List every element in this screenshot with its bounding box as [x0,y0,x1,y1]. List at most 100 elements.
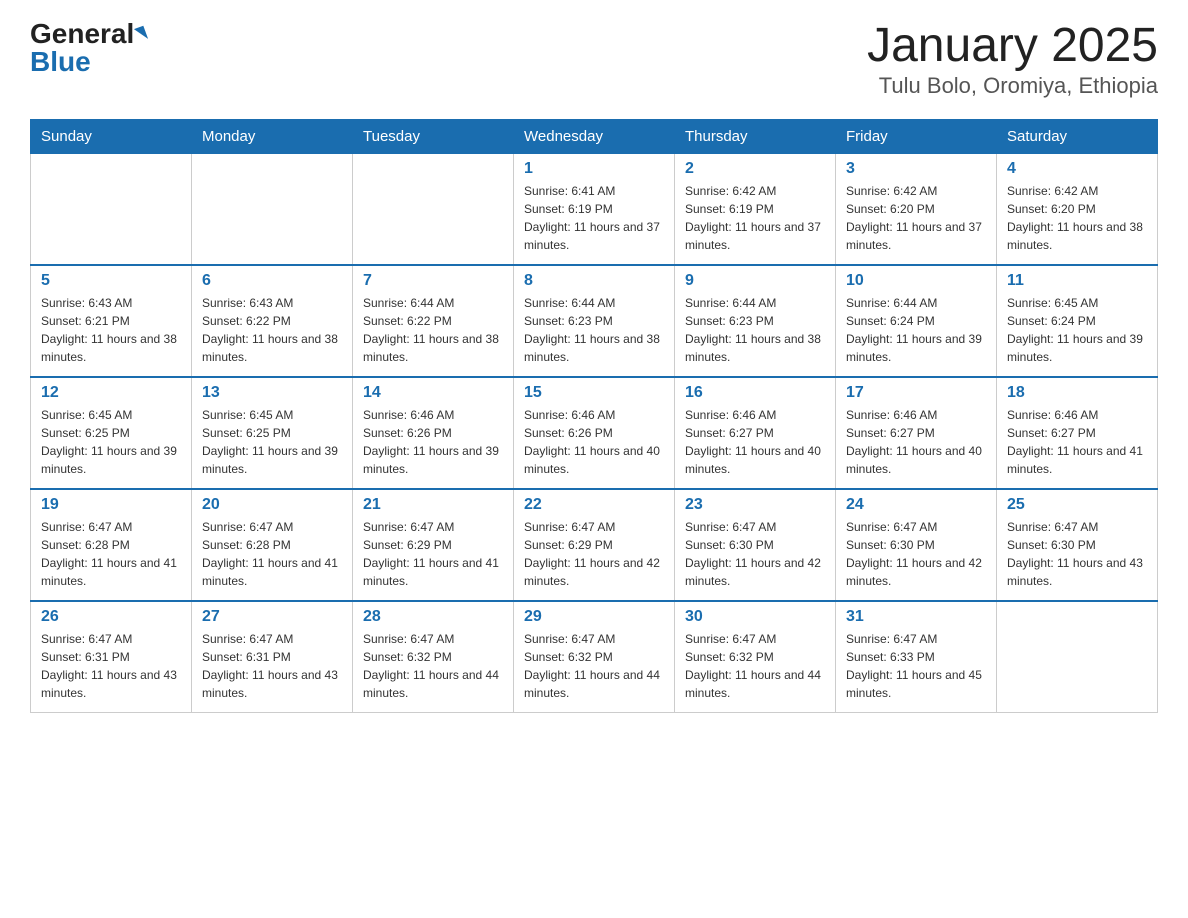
calendar-cell: 10 Sunrise: 6:44 AMSunset: 6:24 PMDayligh… [836,265,997,377]
page-title: January 2025 [867,20,1158,73]
day-info: Sunrise: 6:46 AMSunset: 6:27 PMDaylight:… [1007,406,1147,478]
day-info: Sunrise: 6:46 AMSunset: 6:27 PMDaylight:… [846,406,986,478]
day-number: 14 [363,384,503,402]
day-number: 15 [524,384,664,402]
day-info: Sunrise: 6:45 AMSunset: 6:25 PMDaylight:… [41,406,181,478]
calendar-cell: 4 Sunrise: 6:42 AMSunset: 6:20 PMDaylight… [997,153,1158,265]
day-info: Sunrise: 6:47 AMSunset: 6:30 PMDaylight:… [685,518,825,590]
day-number: 22 [524,496,664,514]
calendar-cell: 29Sunrise: 6:47 AMSunset: 6:32 PMDayligh… [514,601,675,713]
calendar-week-row: 5Sunrise: 6:43 AMSunset: 6:21 PMDaylight… [31,265,1158,377]
day-info: Sunrise: 6:43 AMSunset: 6:22 PMDaylight:… [202,294,342,366]
calendar-cell: 16Sunrise: 6:46 AMSunset: 6:27 PMDayligh… [675,377,836,489]
day-info: Sunrise: 6:47 AMSunset: 6:29 PMDaylight:… [363,518,503,590]
day-number: 7 [363,272,503,290]
calendar-cell: 13 Sunrise: 6:45 AMSunset: 6:25 PMDayligh… [192,377,353,489]
logo-blue-text: Blue [30,48,91,76]
day-info: Sunrise: 6:46 AMSunset: 6:26 PMDaylight:… [363,406,503,478]
calendar-cell: 5Sunrise: 6:43 AMSunset: 6:21 PMDaylight… [31,265,192,377]
day-info: Sunrise: 6:46 AMSunset: 6:26 PMDaylight:… [524,406,664,478]
day-info: Sunrise: 6:41 AMSunset: 6:19 PMDaylight:… [524,182,664,254]
calendar-cell [31,153,192,265]
day-info: Sunrise: 6:47 AMSunset: 6:29 PMDaylight:… [524,518,664,590]
day-number: 6 [202,272,342,290]
calendar-header-wednesday: Wednesday [514,119,675,153]
day-info: Sunrise: 6:44 AMSunset: 6:24 PMDaylight:… [846,294,986,366]
calendar-cell: 8 Sunrise: 6:44 AMSunset: 6:23 PMDaylight… [514,265,675,377]
calendar-table: SundayMondayTuesdayWednesdayThursdayFrid… [30,119,1158,713]
calendar-week-row: 1 Sunrise: 6:41 AMSunset: 6:19 PMDaylight… [31,153,1158,265]
day-info: Sunrise: 6:46 AMSunset: 6:27 PMDaylight:… [685,406,825,478]
calendar-cell: 27Sunrise: 6:47 AMSunset: 6:31 PMDayligh… [192,601,353,713]
calendar-cell: 1 Sunrise: 6:41 AMSunset: 6:19 PMDaylight… [514,153,675,265]
day-number: 28 [363,608,503,626]
day-info: Sunrise: 6:45 AMSunset: 6:25 PMDaylight:… [202,406,342,478]
calendar-cell: 7 Sunrise: 6:44 AMSunset: 6:22 PMDaylight… [353,265,514,377]
calendar-cell: 28 Sunrise: 6:47 AMSunset: 6:32 PMDayligh… [353,601,514,713]
calendar-header-monday: Monday [192,119,353,153]
page-subtitle: Tulu Bolo, Oromiya, Ethiopia [867,73,1158,99]
calendar-header-saturday: Saturday [997,119,1158,153]
day-info: Sunrise: 6:47 AMSunset: 6:32 PMDaylight:… [363,630,503,702]
calendar-cell: 9 Sunrise: 6:44 AMSunset: 6:23 PMDaylight… [675,265,836,377]
day-number: 17 [846,384,986,402]
calendar-cell [997,601,1158,713]
calendar-week-row: 12Sunrise: 6:45 AMSunset: 6:25 PMDayligh… [31,377,1158,489]
title-block: January 2025 Tulu Bolo, Oromiya, Ethiopi… [867,20,1158,99]
day-number: 4 [1007,160,1147,178]
day-info: Sunrise: 6:47 AMSunset: 6:32 PMDaylight:… [524,630,664,702]
calendar-cell: 15 Sunrise: 6:46 AMSunset: 6:26 PMDayligh… [514,377,675,489]
day-number: 8 [524,272,664,290]
calendar-cell: 31Sunrise: 6:47 AMSunset: 6:33 PMDayligh… [836,601,997,713]
day-number: 23 [685,496,825,514]
logo: General Blue [30,20,146,76]
day-info: Sunrise: 6:44 AMSunset: 6:23 PMDaylight:… [524,294,664,366]
day-number: 21 [363,496,503,514]
day-number: 1 [524,160,664,178]
day-info: Sunrise: 6:47 AMSunset: 6:31 PMDaylight:… [41,630,181,702]
calendar-cell [192,153,353,265]
day-info: Sunrise: 6:42 AMSunset: 6:19 PMDaylight:… [685,182,825,254]
calendar-cell: 3Sunrise: 6:42 AMSunset: 6:20 PMDaylight… [836,153,997,265]
day-info: Sunrise: 6:47 AMSunset: 6:28 PMDaylight:… [202,518,342,590]
day-info: Sunrise: 6:47 AMSunset: 6:30 PMDaylight:… [1007,518,1147,590]
day-number: 9 [685,272,825,290]
day-info: Sunrise: 6:44 AMSunset: 6:23 PMDaylight:… [685,294,825,366]
day-number: 13 [202,384,342,402]
day-number: 5 [41,272,181,290]
day-info: Sunrise: 6:44 AMSunset: 6:22 PMDaylight:… [363,294,503,366]
calendar-cell: 20 Sunrise: 6:47 AMSunset: 6:28 PMDayligh… [192,489,353,601]
calendar-cell: 2 Sunrise: 6:42 AMSunset: 6:19 PMDaylight… [675,153,836,265]
day-number: 19 [41,496,181,514]
day-number: 18 [1007,384,1147,402]
calendar-cell: 21 Sunrise: 6:47 AMSunset: 6:29 PMDayligh… [353,489,514,601]
calendar-header-thursday: Thursday [675,119,836,153]
day-number: 2 [685,160,825,178]
day-info: Sunrise: 6:45 AMSunset: 6:24 PMDaylight:… [1007,294,1147,366]
day-info: Sunrise: 6:42 AMSunset: 6:20 PMDaylight:… [1007,182,1147,254]
day-number: 11 [1007,272,1147,290]
calendar-cell [353,153,514,265]
calendar-week-row: 26 Sunrise: 6:47 AMSunset: 6:31 PMDayligh… [31,601,1158,713]
day-info: Sunrise: 6:47 AMSunset: 6:28 PMDaylight:… [41,518,181,590]
calendar-week-row: 19 Sunrise: 6:47 AMSunset: 6:28 PMDayligh… [31,489,1158,601]
day-number: 26 [41,608,181,626]
day-info: Sunrise: 6:47 AMSunset: 6:32 PMDaylight:… [685,630,825,702]
calendar-header-friday: Friday [836,119,997,153]
page-header: General Blue January 2025 Tulu Bolo, Oro… [30,20,1158,99]
calendar-cell: 30 Sunrise: 6:47 AMSunset: 6:32 PMDayligh… [675,601,836,713]
day-number: 20 [202,496,342,514]
calendar-cell: 12Sunrise: 6:45 AMSunset: 6:25 PMDayligh… [31,377,192,489]
calendar-cell: 24 Sunrise: 6:47 AMSunset: 6:30 PMDayligh… [836,489,997,601]
calendar-cell: 18 Sunrise: 6:46 AMSunset: 6:27 PMDayligh… [997,377,1158,489]
day-number: 10 [846,272,986,290]
day-number: 24 [846,496,986,514]
calendar-cell: 11 Sunrise: 6:45 AMSunset: 6:24 PMDayligh… [997,265,1158,377]
calendar-cell: 6 Sunrise: 6:43 AMSunset: 6:22 PMDaylight… [192,265,353,377]
day-number: 30 [685,608,825,626]
day-number: 25 [1007,496,1147,514]
calendar-cell: 17 Sunrise: 6:46 AMSunset: 6:27 PMDayligh… [836,377,997,489]
calendar-header-row: SundayMondayTuesdayWednesdayThursdayFrid… [31,119,1158,153]
day-info: Sunrise: 6:47 AMSunset: 6:30 PMDaylight:… [846,518,986,590]
calendar-cell: 23 Sunrise: 6:47 AMSunset: 6:30 PMDayligh… [675,489,836,601]
